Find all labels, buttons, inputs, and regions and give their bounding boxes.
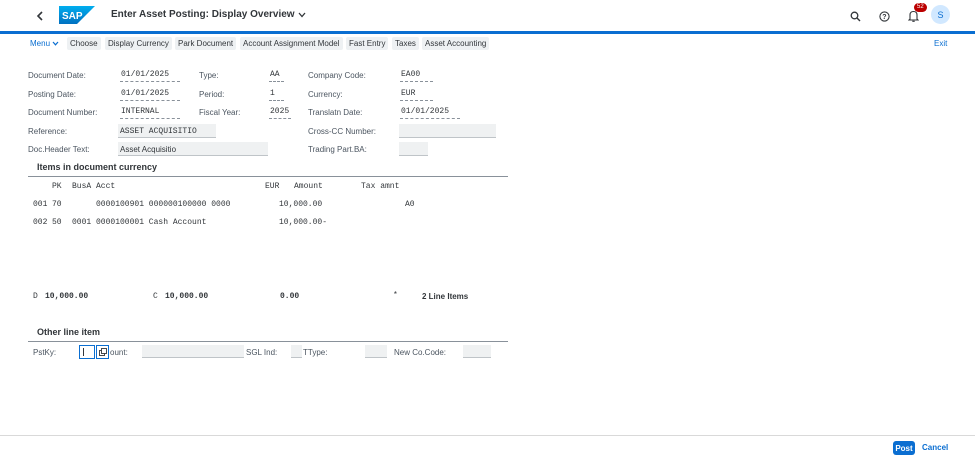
cancel-button[interactable]: Cancel: [922, 443, 948, 452]
ttype-input[interactable]: [365, 345, 387, 358]
posting-date-field[interactable]: 01/01/2025: [120, 89, 180, 101]
avatar[interactable]: S: [931, 5, 950, 24]
row-tax-code: A0: [405, 200, 415, 209]
row-posting-key: 50: [52, 218, 62, 227]
sgl-ind-label: SGL Ind:: [246, 348, 278, 357]
footer-divider: [0, 435, 975, 436]
menu-label: Menu: [30, 39, 51, 48]
document-number-field[interactable]: INTERNAL: [120, 107, 180, 119]
svg-text:?: ?: [882, 14, 886, 21]
sap-logo: SAP: [59, 6, 95, 24]
posting-key-label: PstKy:: [33, 348, 57, 357]
row-posting-key: 70: [52, 200, 62, 209]
col-header-tax-amount: Tax amnt: [361, 182, 400, 191]
row-amount: 10,000.00-: [279, 218, 328, 227]
credit-label: C: [153, 292, 158, 301]
search-button[interactable]: [848, 9, 862, 23]
fiscal-year-label: Fiscal Year:: [199, 108, 241, 117]
col-header-currency: EUR: [265, 182, 280, 191]
document-date-label: Document Date:: [28, 71, 86, 80]
row-number: 001: [33, 200, 48, 209]
sgl-ind-input[interactable]: [291, 345, 302, 358]
shell-accent-bar: [0, 31, 975, 34]
document-number-label: Document Number:: [28, 108, 98, 117]
svg-text:SAP: SAP: [62, 11, 83, 22]
copy-icon: [98, 348, 107, 356]
help-button[interactable]: ?: [877, 9, 891, 23]
row-account: 0000100901 000000100000 0000: [96, 200, 231, 209]
reference-label: Reference:: [28, 127, 68, 136]
search-icon: [850, 11, 860, 21]
col-header-acct: Acct: [96, 182, 116, 191]
menu-button[interactable]: Menu: [30, 39, 59, 48]
new-company-code-input[interactable]: [463, 345, 491, 358]
doc-header-text-label: Doc.Header Text:: [28, 145, 90, 154]
row-number: 002: [33, 218, 48, 227]
type-label: Type:: [199, 71, 219, 80]
line-items-count: 2 Line Items: [422, 292, 469, 301]
row-amount: 10,000.00: [279, 200, 323, 209]
notifications-badge: 52: [914, 3, 927, 12]
chevron-down-icon: [52, 41, 59, 46]
post-button[interactable]: Post: [893, 441, 915, 455]
other-section-divider: [28, 341, 508, 342]
back-button[interactable]: [33, 9, 47, 23]
row-business-area: 0001: [72, 218, 92, 227]
items-section-divider: [28, 176, 508, 177]
app-title[interactable]: Enter Asset Posting: Display Overview: [111, 9, 306, 20]
cross-cc-number-label: Cross-CC Number:: [308, 127, 377, 136]
currency-label: Currency:: [308, 90, 343, 99]
chevron-left-icon: [36, 11, 43, 21]
posting-date-label: Posting Date:: [28, 90, 77, 99]
company-code-field[interactable]: EA00: [400, 70, 433, 82]
trading-part-ba-field[interactable]: [399, 142, 428, 156]
chevron-down-icon: [298, 12, 306, 17]
period-field[interactable]: 1: [269, 89, 284, 101]
account-input[interactable]: [142, 345, 244, 358]
app-title-text: Enter Asset Posting: Display Overview: [111, 9, 295, 20]
fiscal-year-field[interactable]: 2025: [269, 107, 291, 119]
help-icon: ?: [878, 10, 890, 22]
col-header-busa: BusA: [72, 182, 92, 191]
row-account: 0000100001 Cash Account: [96, 218, 207, 227]
reference-field[interactable]: ASSET ACQUISITIO: [118, 124, 216, 138]
type-field[interactable]: AA: [269, 70, 284, 82]
balance-total: 0.00: [280, 292, 300, 301]
credit-total: 10,000.00: [165, 292, 209, 301]
posting-key-input[interactable]: [79, 345, 95, 359]
account-assignment-model-button[interactable]: Account Assignment Model: [240, 37, 343, 50]
fast-entry-button[interactable]: Fast Entry: [346, 37, 389, 50]
company-code-label: Company Code:: [308, 71, 366, 80]
document-date-field[interactable]: 01/01/2025: [120, 70, 180, 82]
translation-date-field[interactable]: 01/01/2025: [400, 107, 460, 119]
new-company-code-label: New Co.Code:: [394, 348, 447, 357]
exit-button[interactable]: Exit: [934, 39, 947, 48]
debit-total: 10,000.00: [45, 292, 89, 301]
park-document-button[interactable]: Park Document: [175, 37, 237, 50]
doc-header-text-field[interactable]: Asset Acquisitio: [118, 142, 268, 156]
ttype-label: TType:: [303, 348, 328, 357]
currency-field[interactable]: EUR: [400, 89, 433, 101]
translation-date-label: Translatn Date:: [308, 108, 363, 117]
other-line-item-title: Other line item: [37, 327, 101, 337]
cross-cc-number-field[interactable]: [399, 124, 496, 138]
toolbar: Menu Choose Display Currency Park Docume…: [0, 36, 975, 52]
balance-indicator: *: [393, 291, 398, 300]
trading-part-ba-label: Trading Part.BA:: [308, 145, 367, 154]
value-help-button[interactable]: [96, 345, 109, 359]
choose-button[interactable]: Choose: [67, 37, 101, 50]
shell-header: SAP Enter Asset Posting: Display Overvie…: [0, 0, 975, 31]
account-label: ount:: [110, 348, 128, 357]
asset-accounting-button[interactable]: Asset Accounting: [422, 37, 490, 50]
col-header-amount: Amount: [294, 182, 323, 191]
taxes-button[interactable]: Taxes: [392, 37, 419, 50]
items-section-title: Items in document currency: [37, 162, 158, 172]
debit-label: D: [33, 292, 38, 301]
col-header-pk: PK: [52, 182, 62, 191]
display-currency-button[interactable]: Display Currency: [105, 37, 172, 50]
period-label: Period:: [199, 90, 225, 99]
